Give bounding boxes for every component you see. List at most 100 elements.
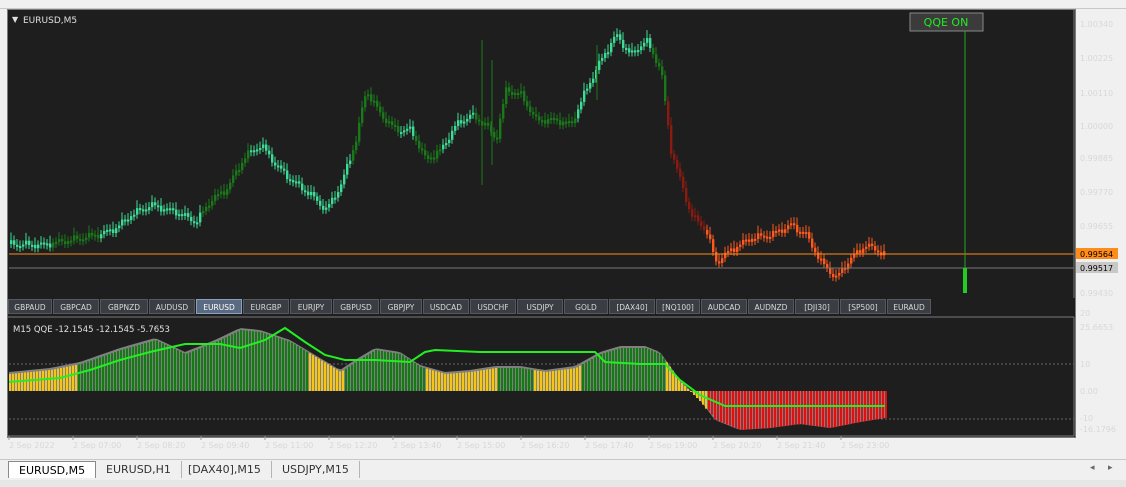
histogram-bar (525, 368, 527, 391)
symbol-button-gold[interactable]: GOLD (564, 299, 608, 314)
candlestick-series (10, 28, 886, 282)
candle-body (565, 121, 568, 124)
symbol-button-eurusd[interactable]: EURUSD (196, 299, 242, 314)
candle-body (286, 170, 289, 180)
histogram-bar (492, 368, 494, 391)
symbol-button-audusd[interactable]: AUDUSD (149, 299, 195, 314)
candle-body (244, 158, 247, 163)
histogram-bar (330, 366, 332, 391)
histogram-bar (579, 365, 581, 391)
tab-eurusd-m5[interactable]: EURUSD,M5 (8, 461, 97, 478)
histogram-bar (294, 344, 296, 391)
chart-menu-triangle-icon[interactable]: ▼ (12, 15, 19, 24)
histogram-bar (621, 348, 623, 391)
symbol-button-gbpjpy[interactable]: GBPJPY (380, 299, 422, 314)
candle-body (103, 230, 106, 235)
symbol-button-gbpcad[interactable]: GBPCAD (53, 299, 99, 314)
candle-body (838, 272, 841, 276)
tabs-scroll-left-icon[interactable]: ◂ (1090, 463, 1095, 473)
candle-body (727, 251, 730, 254)
candle-body (292, 180, 295, 183)
histogram-bar (429, 369, 431, 391)
candle-body (787, 225, 790, 230)
candle-body (496, 137, 499, 140)
candle-body (373, 100, 376, 103)
histogram-bar (141, 344, 143, 391)
symbol-button-euraud[interactable]: EURAUD (887, 299, 931, 314)
histogram-bar (480, 370, 482, 391)
symbol-button-eurjpy[interactable]: EURJPY (290, 299, 332, 314)
candle-body (463, 121, 466, 124)
symbol-button-usdchf[interactable]: USDCHF (470, 299, 516, 314)
histogram-bar (144, 343, 146, 391)
symbol-button-usdcad[interactable]: USDCAD (423, 299, 469, 314)
histogram-bar (384, 351, 386, 391)
candle-body (628, 48, 631, 53)
histogram-bar (441, 372, 443, 391)
histogram-bar (765, 391, 767, 429)
time-label: 2 Sep 19:00 (649, 441, 697, 450)
histogram-bar (597, 355, 599, 391)
symbol-button-sp500[interactable]: [SP500] (840, 299, 886, 314)
candle-body (592, 78, 595, 83)
symbol-button-dji30[interactable]: [DJI30] (795, 299, 839, 314)
histogram-bar (30, 371, 32, 391)
candle-body (424, 150, 427, 156)
candle-body (817, 252, 820, 259)
histogram-bar (720, 391, 722, 422)
candle-body (190, 216, 193, 222)
histogram-bar (540, 371, 542, 391)
candle-body (409, 126, 412, 129)
histogram-bar (561, 369, 563, 391)
candle-body (238, 170, 241, 173)
candle-body (235, 170, 238, 176)
symbol-button-gbpusd[interactable]: GBPUSD (333, 299, 379, 314)
symbol-button-audnzd[interactable]: AUDNZD (748, 299, 794, 314)
histogram-bar (639, 348, 641, 391)
histogram-bar (393, 352, 395, 391)
tab-dax40-m15[interactable]: [DAX40],M15 (178, 461, 272, 478)
symbol-button-usdjpy[interactable]: USDJPY (517, 299, 563, 314)
price-chart[interactable]: ▼ EURUSD,M5 QQE ON 1.00340 1.00225 1.001… (0, 0, 1126, 459)
candle-body (781, 229, 784, 233)
histogram-bar (642, 348, 644, 391)
candle-body (253, 150, 256, 153)
histogram-bar (582, 364, 584, 391)
candle-body (751, 238, 754, 242)
candle-body (94, 234, 97, 237)
histogram-bar (585, 362, 587, 391)
histogram-bar (303, 349, 305, 391)
candle-body (805, 232, 808, 235)
histogram-bar (33, 371, 35, 391)
candle-body (823, 258, 826, 265)
symbol-button-audcad[interactable]: AUDCAD (701, 299, 747, 314)
tab-eurusd-h1[interactable]: EURUSD,H1 (96, 461, 182, 478)
candle-body (334, 197, 337, 200)
candle-body (748, 239, 751, 242)
symbol-button-dax40[interactable]: [DAX40] (609, 299, 655, 314)
tabs-scroll-right-icon[interactable]: ▸ (1108, 463, 1113, 473)
candle-body (403, 130, 406, 133)
histogram-bar (555, 370, 557, 391)
indicator-axis: 20 25.6653 10 0.00 -10 -16.1796 (1073, 309, 1116, 436)
histogram-bar (78, 364, 80, 391)
symbol-button-eurgbp[interactable]: EURGBP (243, 299, 289, 314)
candle-body (679, 168, 682, 177)
chart-title: EURUSD,M5 (23, 16, 77, 26)
symbol-button-gbpnzd[interactable]: GBPNZD (100, 299, 148, 314)
histogram-bar (312, 355, 314, 391)
tab-usdjpy-m15[interactable]: USDJPY,M15 (272, 461, 360, 478)
histogram-bar (687, 389, 689, 391)
histogram-bar (522, 368, 524, 391)
histogram-bar (399, 353, 401, 391)
candle-body (769, 236, 772, 239)
candle-body (640, 46, 643, 51)
candle-body (439, 149, 442, 152)
symbol-button-gbpaud[interactable]: GBPAUD (8, 299, 52, 314)
histogram-bar (741, 391, 743, 430)
symbol-button-nq100[interactable]: [NQ100] (656, 299, 700, 314)
histogram-bar (732, 391, 734, 427)
histogram-bar (54, 369, 56, 391)
candle-body (589, 82, 592, 89)
candle-body (298, 181, 301, 184)
